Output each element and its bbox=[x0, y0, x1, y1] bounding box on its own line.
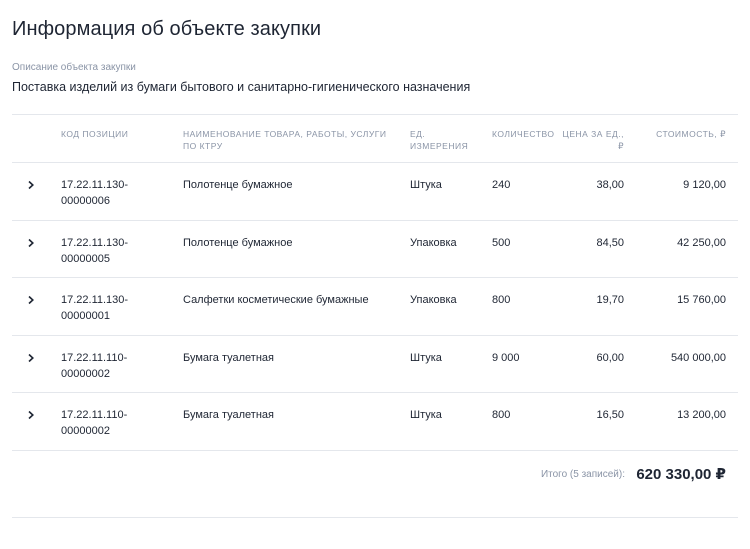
item-cost: 15 760,00 bbox=[677, 294, 726, 306]
item-unit: Упаковка bbox=[410, 294, 457, 306]
position-code-link[interactable]: 17.22.11.130-00000006 bbox=[61, 177, 141, 209]
header-unit: Ед. измерения bbox=[410, 129, 469, 151]
header-name: Наименование товара, работы, услуги по К… bbox=[183, 129, 387, 151]
item-unit: Штука bbox=[410, 179, 442, 191]
chevron-right-icon[interactable] bbox=[26, 353, 36, 363]
position-code-link[interactable]: 17.22.11.130-00000005 bbox=[61, 235, 141, 267]
total-value: 620 330,00 ₽ bbox=[636, 466, 726, 483]
chevron-right-icon[interactable] bbox=[26, 180, 36, 190]
item-unit: Штука bbox=[410, 352, 442, 364]
item-cost: 13 200,00 bbox=[677, 409, 726, 421]
table-row: 17.22.11.130-00000006 Полотенце бумажное… bbox=[12, 163, 738, 220]
item-quantity: 500 bbox=[492, 237, 511, 249]
description-value: Поставка изделий из бумаги бытового и са… bbox=[12, 80, 471, 94]
page-title: Информация об объекте закупки bbox=[12, 18, 322, 40]
position-code-link[interactable]: 17.22.11.110-00000002 bbox=[61, 407, 141, 439]
item-price: 19,70 bbox=[596, 294, 624, 306]
header-price: Цена за ед., ₽ bbox=[562, 129, 624, 151]
item-name: Бумага туалетная bbox=[183, 352, 274, 364]
item-quantity: 9 000 bbox=[492, 352, 520, 364]
table-row: 17.22.11.130-00000001 Салфетки косметиче… bbox=[12, 278, 738, 335]
footer-divider bbox=[12, 517, 738, 518]
table-row: 17.22.11.110-00000002 Бумага туалетная Ш… bbox=[12, 393, 738, 450]
table-row: 17.22.11.130-00000005 Полотенце бумажное… bbox=[12, 221, 738, 278]
item-price: 16,50 bbox=[596, 409, 624, 421]
item-price: 84,50 bbox=[596, 237, 624, 249]
item-name: Полотенце бумажное bbox=[183, 237, 293, 249]
header-code: Код позиции bbox=[61, 129, 129, 139]
header-cost: Стоимость, ₽ bbox=[656, 129, 726, 139]
position-code-link[interactable]: 17.22.11.110-00000002 bbox=[61, 350, 141, 382]
item-cost: 540 000,00 bbox=[670, 352, 726, 364]
item-cost: 9 120,00 bbox=[683, 179, 726, 191]
item-unit: Штука bbox=[410, 409, 442, 421]
chevron-right-icon[interactable] bbox=[26, 238, 36, 248]
item-cost: 42 250,00 bbox=[677, 237, 726, 249]
item-price: 38,00 bbox=[596, 179, 624, 191]
item-name: Полотенце бумажное bbox=[183, 179, 293, 191]
item-quantity: 800 bbox=[492, 409, 511, 421]
item-quantity: 800 bbox=[492, 294, 511, 306]
item-quantity: 240 bbox=[492, 179, 511, 191]
table-bottom-divider bbox=[12, 450, 738, 451]
item-name: Салфетки косметические бумажные bbox=[183, 294, 369, 306]
item-name: Бумага туалетная bbox=[183, 409, 274, 421]
chevron-right-icon[interactable] bbox=[26, 295, 36, 305]
description-label: Описание объекта закупки bbox=[12, 62, 136, 73]
table-row: 17.22.11.110-00000002 Бумага туалетная Ш… bbox=[12, 336, 738, 393]
item-price: 60,00 bbox=[596, 352, 624, 364]
item-unit: Упаковка bbox=[410, 237, 457, 249]
chevron-right-icon[interactable] bbox=[26, 410, 36, 420]
total-label: Итого (5 записей): bbox=[540, 469, 625, 480]
position-code-link[interactable]: 17.22.11.130-00000001 bbox=[61, 292, 141, 324]
header-qty: Количество bbox=[492, 129, 555, 139]
table-top-divider bbox=[12, 114, 738, 115]
